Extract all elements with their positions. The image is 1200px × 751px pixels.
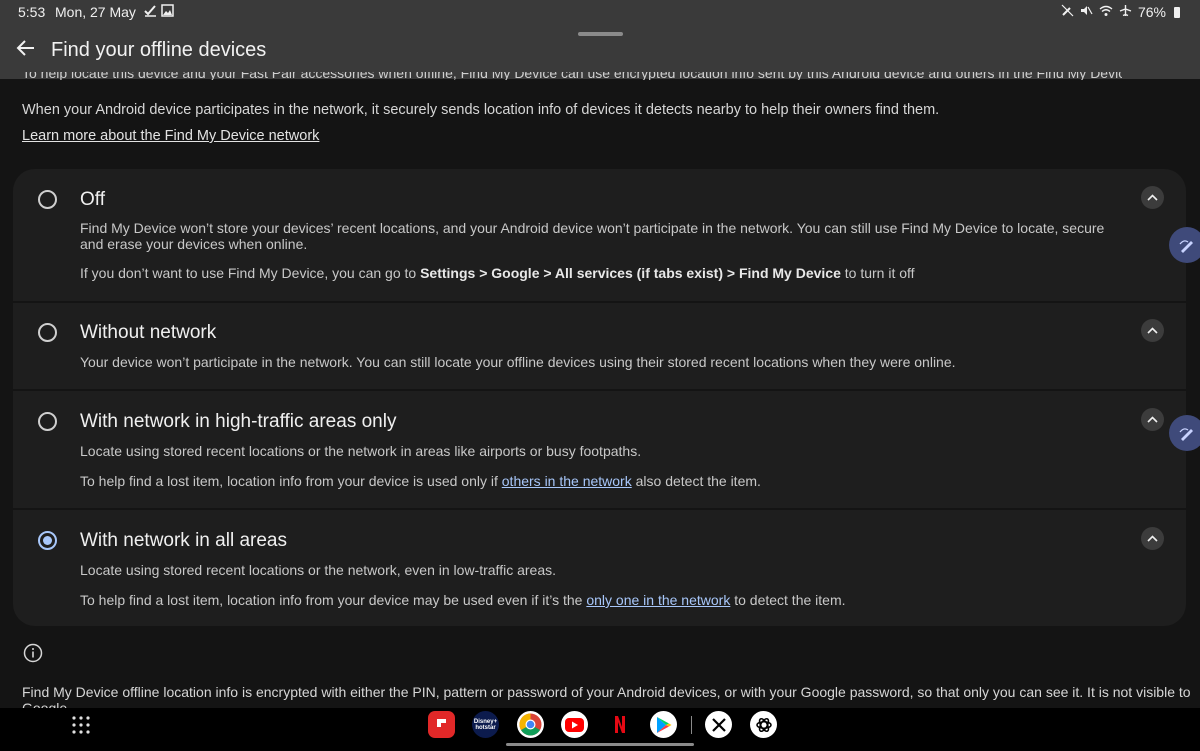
option-off-instructions: If you don’t want to use Find My Device,… — [80, 265, 915, 281]
option-high-traffic-title: With network in high-traffic areas only — [80, 411, 397, 432]
play-store-icon[interactable] — [650, 711, 677, 738]
task-done-icon — [144, 4, 157, 20]
pen-edge-button[interactable] — [1169, 227, 1200, 263]
status-icons: 76% — [1061, 4, 1180, 20]
intro-clipped-text: To help locate this device and your Fast… — [22, 72, 1122, 80]
no-pen-icon — [1061, 4, 1074, 20]
learn-more-link[interactable]: Learn more about the Find My Device netw… — [22, 128, 319, 144]
option-all-areas-note: To help find a lost item, location info … — [80, 592, 846, 608]
youtube-icon[interactable] — [561, 711, 588, 738]
option-without-network-desc: Your device won’t participate in the net… — [80, 354, 956, 370]
drag-handle[interactable] — [578, 32, 623, 36]
pen-edge-button[interactable] — [1169, 415, 1200, 451]
option-off[interactable]: Off Find My Device won’t store your devi… — [13, 169, 1186, 302]
battery-level: 76% — [1137, 4, 1166, 20]
only-one-in-network-link[interactable]: only one in the network — [586, 592, 730, 608]
option-high-traffic[interactable]: With network in high-traffic areas only … — [13, 391, 1186, 508]
x-icon[interactable] — [705, 711, 732, 738]
intro-text: When your Android device participates in… — [22, 102, 940, 118]
collapse-all-areas-chevron-up-icon[interactable] — [1141, 527, 1164, 550]
app-bar: Find your offline devices — [0, 24, 1200, 79]
disney-hotstar-icon[interactable]: Disney+ hotstar — [472, 711, 499, 738]
pen-icon — [1179, 428, 1193, 441]
option-without-network-title: Without network — [80, 322, 217, 343]
netflix-icon[interactable] — [606, 711, 633, 738]
option-off-desc: Find My Device won’t store your devices’… — [80, 220, 1105, 252]
option-high-traffic-note: To help find a lost item, location info … — [80, 473, 761, 489]
app-drawer-grid-icon[interactable] — [72, 716, 90, 734]
option-without-network[interactable]: Without network Your device won’t partic… — [13, 303, 1186, 389]
status-date: Mon, 27 May — [55, 4, 136, 20]
status-time: 5:53 — [18, 4, 46, 20]
option-off-title: Off — [80, 189, 105, 210]
collapse-without-network-chevron-up-icon[interactable] — [1141, 319, 1164, 342]
page-title: Find your offline devices — [51, 39, 267, 61]
status-bar: 5:53 Mon, 27 May 76% — [0, 0, 1200, 24]
option-all-areas-desc: Locate using stored recent locations or … — [80, 562, 556, 578]
radio-off[interactable] — [38, 190, 57, 209]
option-all-areas-title: With network in all areas — [80, 530, 287, 551]
airplane-icon — [1119, 4, 1132, 20]
info-icon — [23, 643, 43, 663]
wifi-icon — [1099, 4, 1113, 20]
collapse-off-chevron-up-icon[interactable] — [1141, 186, 1164, 209]
home-gesture-bar[interactable] — [506, 743, 694, 746]
option-all-areas[interactable]: With network in all areas Locate using s… — [13, 510, 1186, 626]
others-in-network-link[interactable]: others in the network — [502, 473, 632, 489]
collapse-high-traffic-chevron-up-icon[interactable] — [1141, 408, 1164, 431]
battery-icon — [1174, 6, 1180, 18]
flipboard-icon[interactable] — [428, 711, 455, 738]
back-arrow-icon[interactable] — [14, 36, 38, 60]
radio-without-network[interactable] — [38, 323, 57, 342]
options-card: Off Find My Device won’t store your devi… — [13, 169, 1186, 626]
gallery-icon — [161, 4, 174, 20]
chatgpt-icon[interactable] — [750, 711, 777, 738]
option-high-traffic-desc: Locate using stored recent locations or … — [80, 443, 642, 459]
taskbar: Disney+ hotstar — [0, 708, 1200, 751]
dock-separator — [691, 716, 692, 734]
radio-all-areas[interactable] — [38, 531, 57, 550]
radio-high-traffic[interactable] — [38, 412, 57, 431]
mute-icon — [1080, 4, 1093, 20]
chrome-icon[interactable] — [517, 711, 544, 738]
pen-icon — [1179, 240, 1193, 253]
